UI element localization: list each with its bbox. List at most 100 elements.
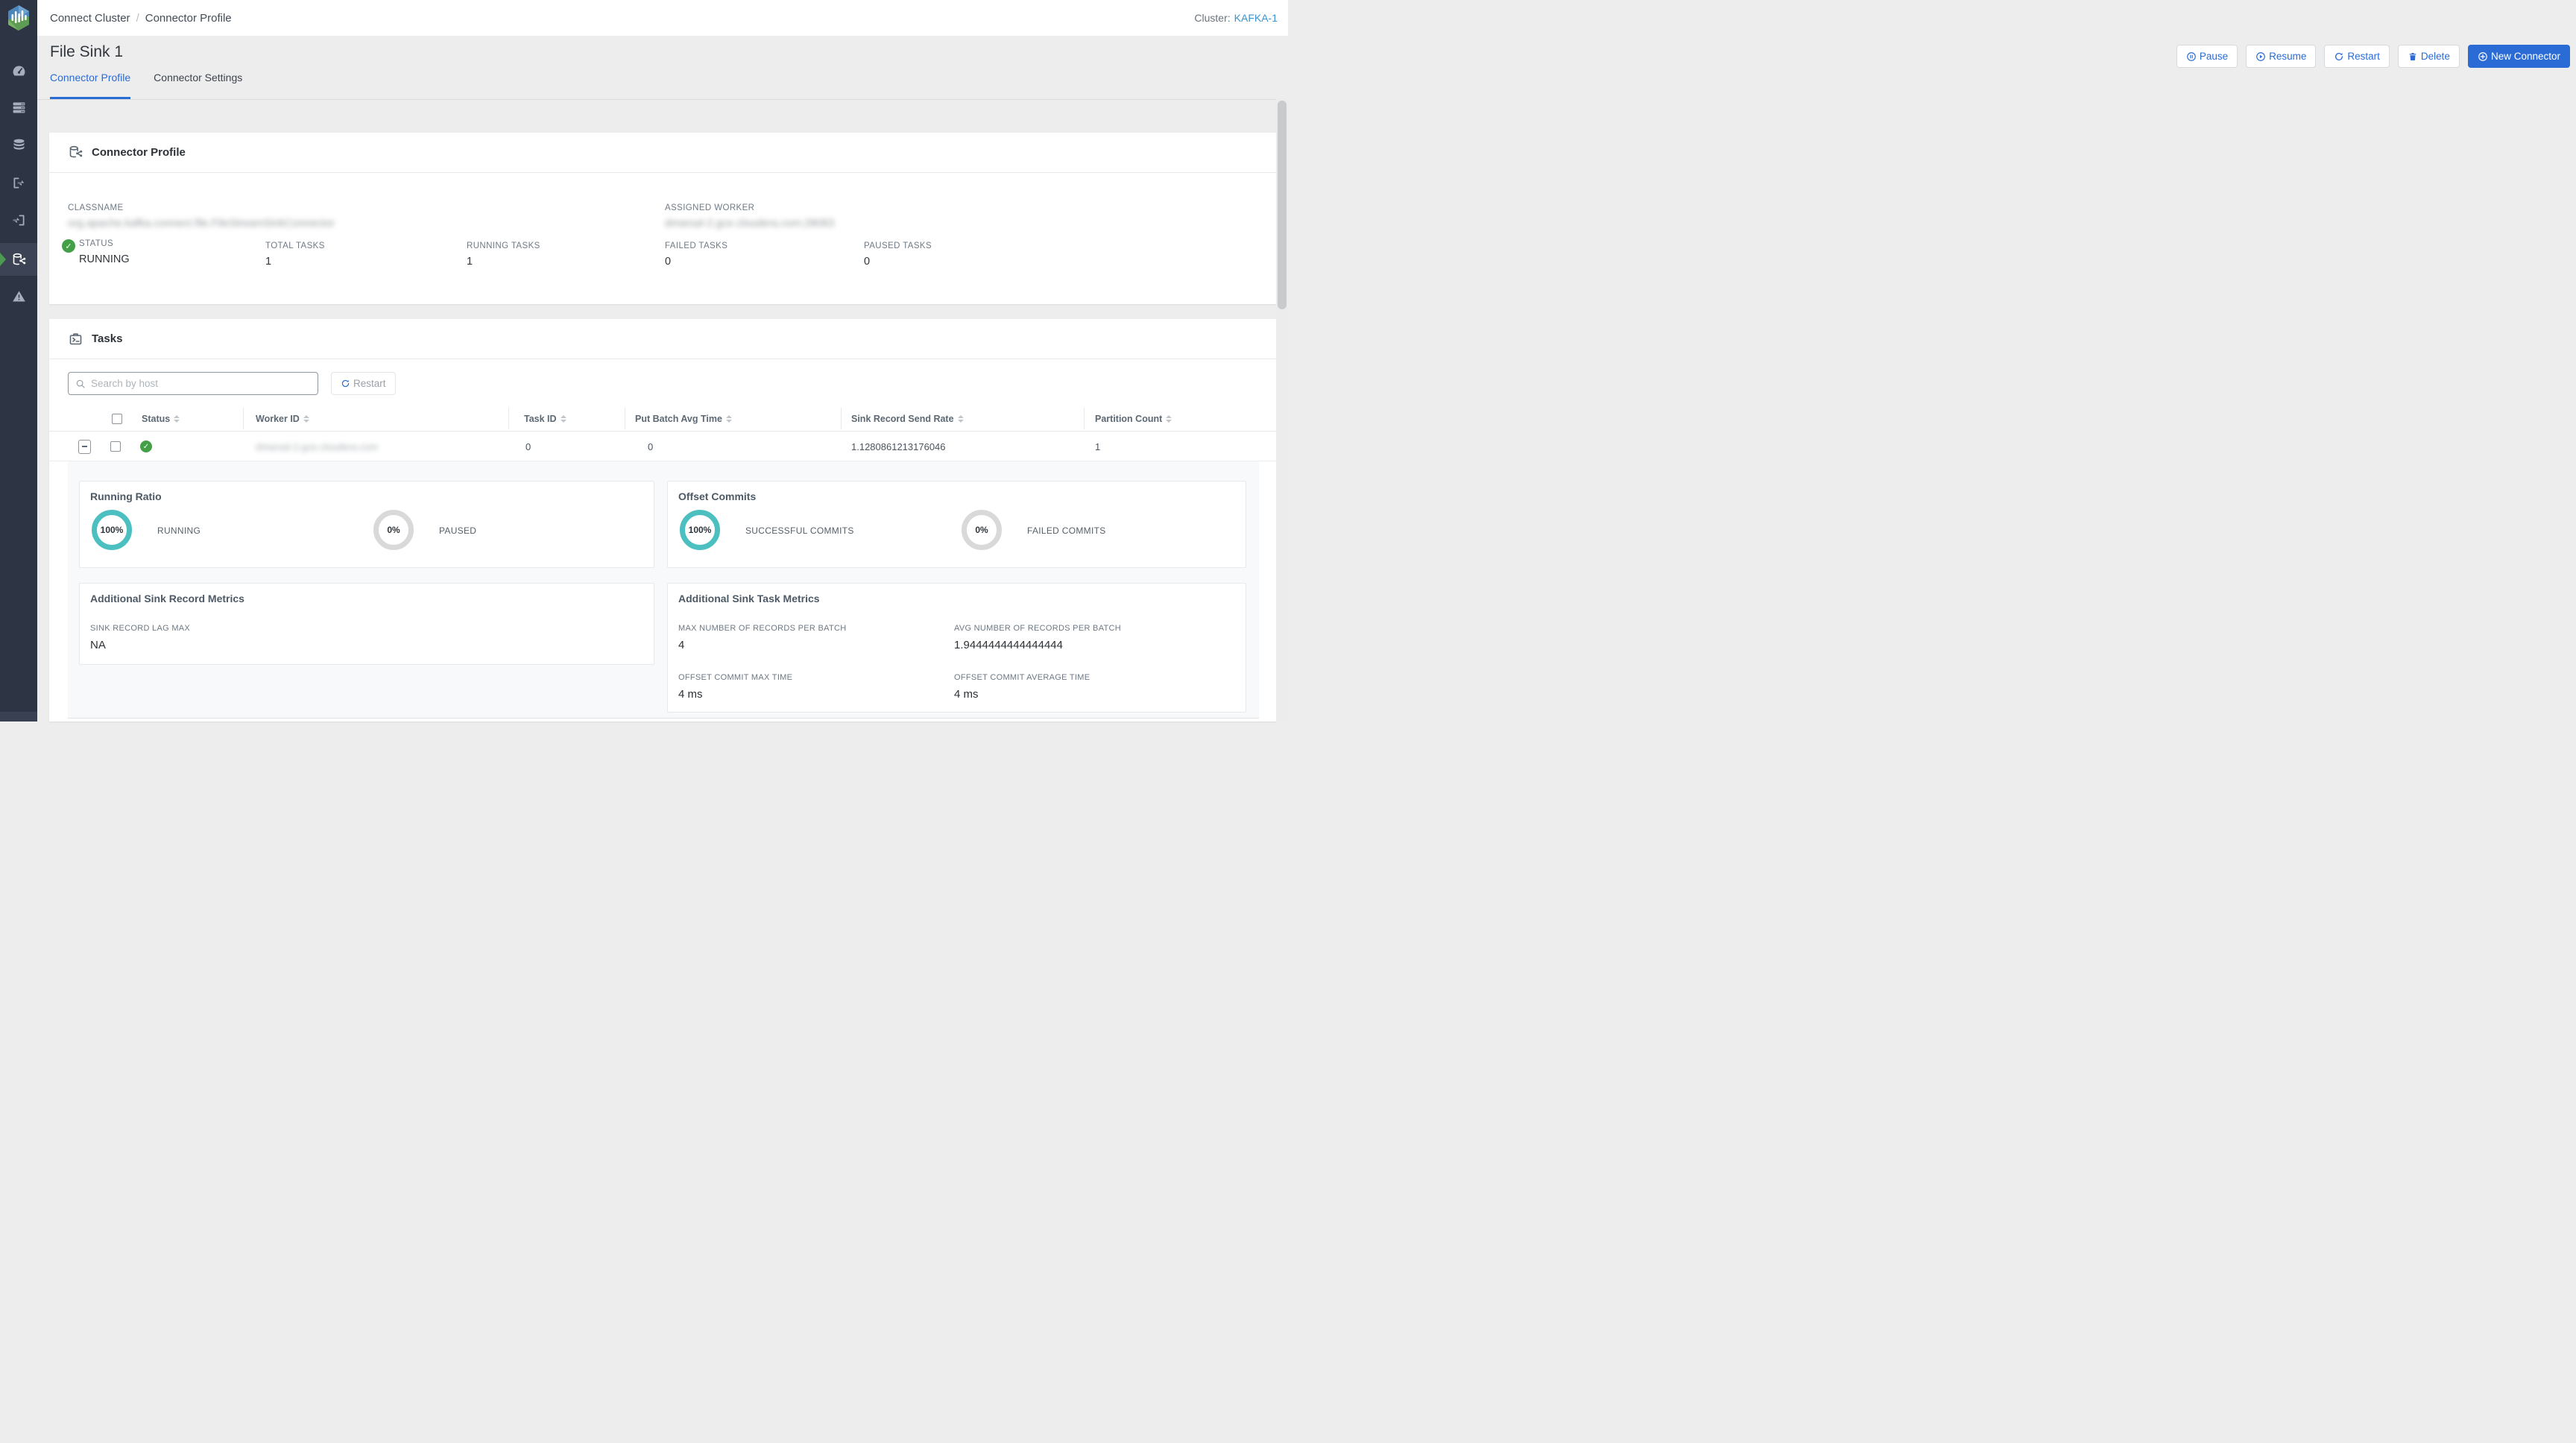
resume-button[interactable]: Resume <box>2246 45 2316 68</box>
sidebar-item-consumers[interactable] <box>0 203 37 236</box>
smm-logo-icon <box>7 4 31 31</box>
status-stat-label: STATUS <box>79 239 130 248</box>
max-records-per-batch-label: MAX NUMBER OF RECORDS PER BATCH <box>678 624 846 633</box>
sort-caret-icon <box>1166 415 1172 423</box>
tasks-card: Tasks Restart Status Worker ID Task <box>49 319 1276 722</box>
tasks-icon <box>68 331 83 347</box>
paused-tasks-stat: PAUSED TASKS 0 <box>864 241 932 268</box>
paused-donut: 0% <box>373 510 414 550</box>
sink-record-metrics-card: Additional Sink Record Metrics SINK RECO… <box>79 583 654 665</box>
sidebar-item-producers[interactable] <box>0 166 37 199</box>
cluster-indicator: Cluster: KAFKA-1 <box>1194 0 1278 36</box>
running-ratio-card: Running Ratio 100% RUNNING 0% PAUSED <box>79 481 654 568</box>
sidebar-item-connect[interactable] <box>0 243 37 276</box>
column-divider <box>841 408 842 429</box>
running-tasks-stat: RUNNING TASKS 1 <box>467 241 540 268</box>
connector-profile-icon <box>68 145 83 160</box>
successful-commits-label: SUCCESSFUL COMMITS <box>745 525 854 536</box>
delete-button[interactable]: Delete <box>2398 45 2460 68</box>
sidebar-item-alerts[interactable] <box>0 280 37 312</box>
failed-commits-donut: 0% <box>962 510 1002 550</box>
col-send-rate-label: Sink Record Send Rate <box>851 414 954 424</box>
select-all-checkbox[interactable] <box>112 414 122 424</box>
failed-tasks-label: FAILED TASKS <box>665 241 727 250</box>
sidebar-footer-strip <box>0 712 37 722</box>
paused-donut-label: PAUSED <box>439 525 476 536</box>
delete-button-label: Delete <box>2421 51 2450 62</box>
table-row: ✓ dmarsal-2.gce.cloudera.com 0 0 1.12808… <box>49 432 1276 461</box>
sidebar-item-topics[interactable] <box>0 128 37 161</box>
sort-caret-icon <box>174 415 180 423</box>
sink-record-lag-max-value: NA <box>90 639 106 651</box>
sort-caret-icon <box>303 415 309 423</box>
restart-icon <box>2334 51 2344 62</box>
search-input[interactable] <box>91 378 311 389</box>
offset-commit-max-time-label: OFFSET COMMIT MAX TIME <box>678 673 792 682</box>
col-worker-id[interactable]: Worker ID <box>256 405 309 432</box>
pause-circle-icon <box>2186 51 2197 62</box>
database-icon <box>11 137 27 153</box>
new-connector-button[interactable]: New Connector <box>2468 45 2570 68</box>
dashboard-icon <box>11 63 27 79</box>
col-put-batch-avg-time[interactable]: Put Batch Avg Time <box>635 405 732 432</box>
avg-records-per-batch-value: 1.9444444444444444 <box>954 639 1063 651</box>
col-partition-count-label: Partition Count <box>1095 414 1162 424</box>
column-divider <box>243 408 244 429</box>
row-partition-count: 1 <box>1095 432 1100 461</box>
action-buttons: Pause Resume Restart Delete New Connecto… <box>2176 45 2570 68</box>
sort-caret-icon <box>958 415 964 423</box>
breadcrumb: Connect Cluster / Connector Profile <box>50 0 232 36</box>
running-donut-label: RUNNING <box>157 525 201 536</box>
col-status-label: Status <box>142 414 170 424</box>
breadcrumb-connect-cluster[interactable]: Connect Cluster <box>50 12 130 25</box>
active-tab-underline <box>50 97 130 100</box>
col-sink-record-send-rate[interactable]: Sink Record Send Rate <box>851 405 964 432</box>
row-status-cell: ✓ <box>140 432 152 461</box>
row-checkbox[interactable] <box>110 441 121 452</box>
col-status[interactable]: Status <box>142 405 180 432</box>
pause-button[interactable]: Pause <box>2176 45 2238 68</box>
running-donut-value: 100% <box>101 525 124 535</box>
tasks-table-header: Status Worker ID Task ID Put Batch Avg T… <box>49 405 1276 432</box>
alert-triangle-icon <box>11 288 27 304</box>
cluster-label: Cluster: <box>1194 12 1230 24</box>
col-worker-id-label: Worker ID <box>256 414 300 424</box>
classname-value: org.apache.kafka.connect.file.FileStream… <box>68 218 335 230</box>
avg-records-per-batch-label: AVG NUMBER OF RECORDS PER BATCH <box>954 624 1121 633</box>
row-worker-id: dmarsal-2.gce.cloudera.com <box>256 432 378 461</box>
sign-out-icon <box>11 175 27 191</box>
row-task-id: 0 <box>525 432 531 461</box>
sink-task-metrics-card: Additional Sink Task Metrics MAX NUMBER … <box>667 583 1246 713</box>
tab-connector-settings[interactable]: Connector Settings <box>154 72 242 94</box>
app-logo[interactable] <box>0 0 37 36</box>
sidebar-item-brokers[interactable] <box>0 91 37 124</box>
connector-icon <box>11 252 27 268</box>
column-divider <box>1084 408 1085 429</box>
sidebar-item-overview[interactable] <box>0 54 37 87</box>
row-sink-record-send-rate: 1.1280861213176046 <box>851 432 946 461</box>
status-stat: ✓ STATUS RUNNING <box>62 239 130 265</box>
row-put-batch-avg-time: 0 <box>648 432 653 461</box>
restart-tasks-button-label: Restart <box>353 378 386 389</box>
scrollbar-thumb[interactable] <box>1278 101 1287 309</box>
total-tasks-stat: TOTAL TASKS 1 <box>265 241 325 268</box>
col-task-id[interactable]: Task ID <box>524 405 566 432</box>
trash-icon <box>2408 51 2418 62</box>
tab-connector-profile[interactable]: Connector Profile <box>50 72 130 94</box>
select-all-checkbox-cell <box>112 405 122 432</box>
col-partition-count[interactable]: Partition Count <box>1095 405 1172 432</box>
tasks-card-header: Tasks <box>49 319 1276 359</box>
check-circle-icon: ✓ <box>140 441 152 452</box>
failed-commits-label: FAILED COMMITS <box>1027 525 1106 536</box>
collapse-row-button[interactable] <box>78 440 91 454</box>
search-box <box>68 372 318 395</box>
running-tasks-value: 1 <box>467 256 540 268</box>
cluster-name-link[interactable]: KAFKA-1 <box>1234 12 1278 24</box>
restart-tasks-button[interactable]: Restart <box>331 372 396 395</box>
active-nav-marker <box>0 253 6 266</box>
sidebar <box>0 0 37 722</box>
restart-button[interactable]: Restart <box>2324 45 2390 68</box>
total-tasks-label: TOTAL TASKS <box>265 241 325 250</box>
restart-button-label: Restart <box>2347 51 2380 62</box>
tabs: Connector Profile Connector Settings <box>50 72 242 94</box>
